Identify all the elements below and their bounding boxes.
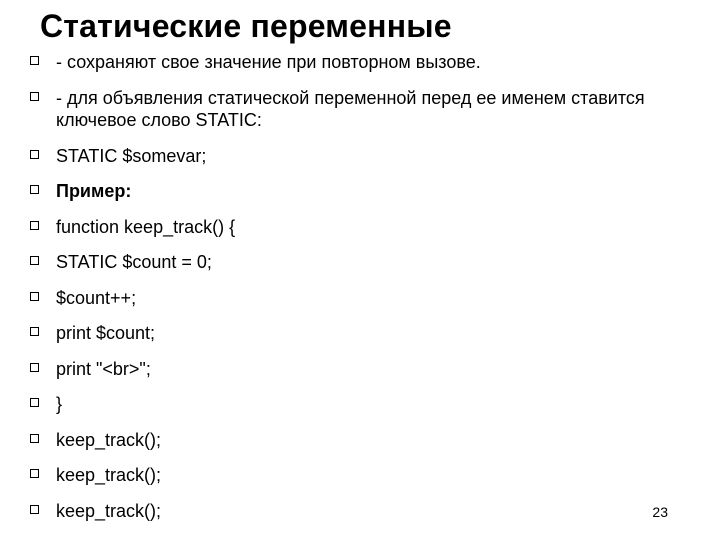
- list-item-text: STATIC $count = 0;: [56, 252, 212, 272]
- list-item-text: print $count;: [56, 323, 155, 343]
- list-item-text: keep_track();: [56, 465, 161, 485]
- list-item: $count++;: [52, 287, 686, 310]
- list-item: - для объявления статической переменной …: [52, 87, 686, 132]
- list-item-text: Пример:: [56, 181, 131, 201]
- list-item-text: print "<br>";: [56, 359, 151, 379]
- list-item-text: keep_track();: [56, 501, 161, 521]
- list-item: print $count;: [52, 322, 686, 345]
- list-item: keep_track();: [52, 464, 686, 487]
- list-item: }: [52, 393, 686, 416]
- list-item: keep_track();: [52, 429, 686, 452]
- list-item-text: keep_track();: [56, 430, 161, 450]
- list-item: - сохраняют свое значение при повторном …: [52, 51, 686, 74]
- list-item-text: $count++;: [56, 288, 136, 308]
- page-number: 23: [652, 504, 668, 520]
- list-item: function keep_track() {: [52, 216, 686, 239]
- slide: Статические переменные - сохраняют свое …: [0, 0, 720, 540]
- list-item: STATIC $count = 0;: [52, 251, 686, 274]
- list-item-text: - для объявления статической переменной …: [56, 88, 645, 131]
- list-item: print "<br>";: [52, 358, 686, 381]
- list-item: keep_track();: [52, 500, 686, 523]
- bullet-list: - сохраняют свое значение при повторном …: [52, 51, 686, 522]
- list-item: Пример:: [52, 180, 686, 203]
- slide-title: Статические переменные: [40, 8, 686, 45]
- list-item-text: }: [56, 394, 62, 414]
- list-item-text: function keep_track() {: [56, 217, 235, 237]
- list-item-text: - сохраняют свое значение при повторном …: [56, 52, 481, 72]
- list-item: STATIC $somevar;: [52, 145, 686, 168]
- list-item-text: STATIC $somevar;: [56, 146, 206, 166]
